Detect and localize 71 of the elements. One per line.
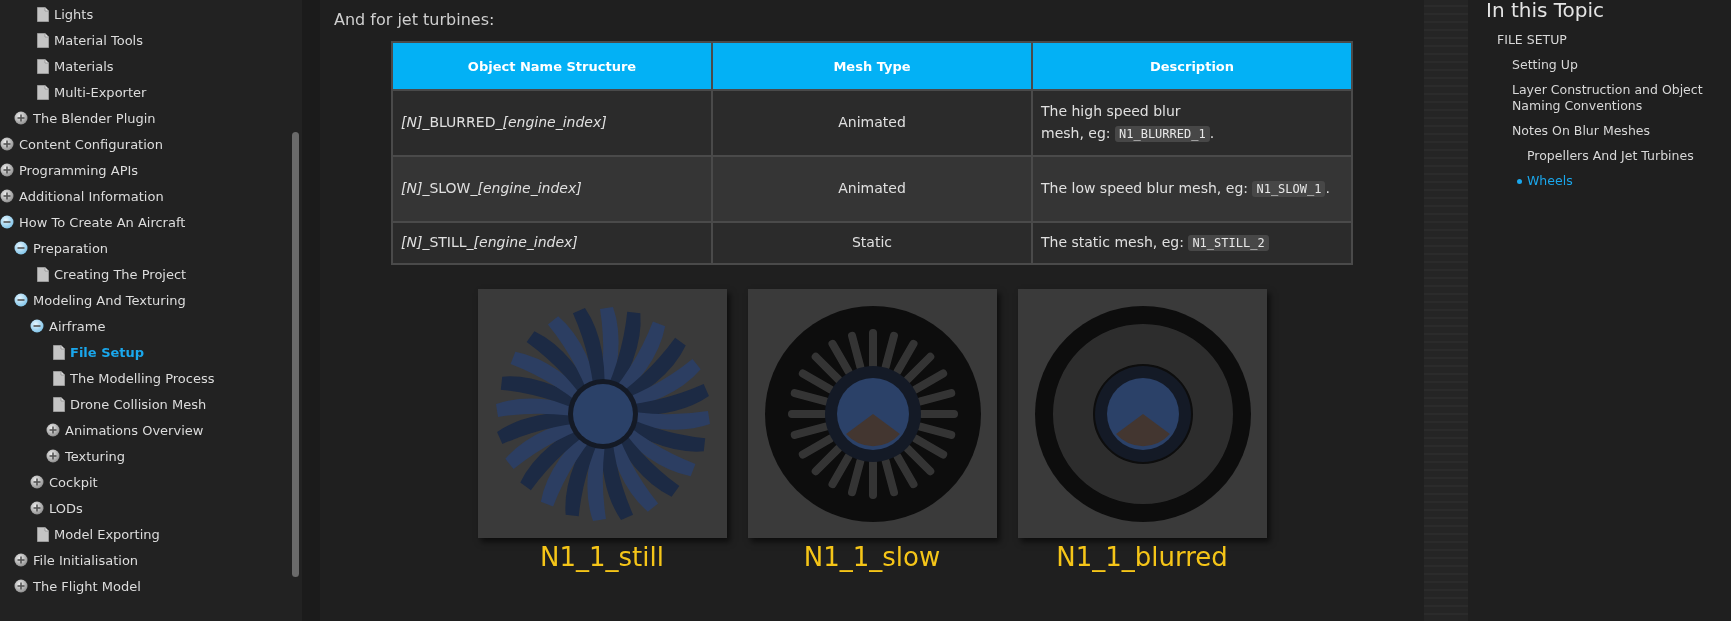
- document-icon: [37, 32, 49, 48]
- plus-circle-icon[interactable]: [46, 449, 60, 463]
- plus-circle-icon[interactable]: [14, 553, 28, 567]
- plus-circle-icon[interactable]: [14, 111, 28, 125]
- plus-circle-icon[interactable]: [0, 137, 14, 151]
- plus-circle-icon[interactable]: [0, 189, 14, 203]
- table-cell: The static mesh, eg: N1_STILL_2: [1032, 222, 1352, 264]
- table-cell: The low speed blur mesh, eg: N1_SLOW_1 .: [1032, 156, 1352, 222]
- tree-item[interactable]: File Initialisation: [33, 552, 139, 568]
- tree-item[interactable]: Additional Information: [19, 188, 164, 204]
- document-icon: [37, 58, 49, 74]
- table-cell: [N]_SLOW_[engine_index]: [392, 156, 712, 222]
- plus-circle-icon[interactable]: [14, 579, 28, 593]
- column-header: Description: [1032, 42, 1352, 90]
- tree-item[interactable]: Creating The Project: [54, 266, 187, 282]
- minus-circle-icon[interactable]: [30, 319, 44, 333]
- plus-circle-icon[interactable]: [30, 475, 44, 489]
- document-icon: [37, 84, 49, 100]
- column-header: Mesh Type: [712, 42, 1032, 90]
- scrollbar-thumb[interactable]: [292, 132, 299, 577]
- topic-link[interactable]: Notes On Blur Meshes: [1512, 123, 1731, 139]
- image-caption: N1_1_still: [540, 542, 664, 572]
- tree-item[interactable]: The Blender Plugin: [33, 110, 156, 126]
- tree-item[interactable]: Materials: [54, 58, 114, 74]
- bullet-icon: [1517, 178, 1522, 184]
- tree-item[interactable]: Drone Collision Mesh: [70, 396, 207, 412]
- plus-circle-icon[interactable]: [0, 163, 14, 177]
- tree-item[interactable]: Model Exporting: [54, 526, 160, 542]
- document-icon: [53, 344, 65, 360]
- tree-item[interactable]: The Modelling Process: [70, 370, 215, 386]
- tree-item[interactable]: Modeling And Texturing: [33, 292, 186, 308]
- minus-circle-icon[interactable]: [14, 241, 28, 255]
- topic-link[interactable]: Wheels: [1527, 173, 1731, 189]
- minus-circle-icon[interactable]: [0, 215, 14, 229]
- table-cell: The high speed blur mesh, eg: N1_BLURRED_1 .: [1032, 90, 1352, 156]
- table-cell: Static: [712, 222, 1032, 264]
- table-cell: [N]_BLURRED_[engine_index]: [392, 90, 712, 156]
- tree-item[interactable]: Texturing: [65, 448, 125, 464]
- table-cell: Animated: [712, 156, 1032, 222]
- document-icon: [37, 266, 49, 282]
- section-heading: And for jet turbines:: [334, 10, 496, 29]
- tree-item[interactable]: LODs: [49, 500, 83, 516]
- tree-item[interactable]: Preparation: [33, 240, 109, 256]
- tree-item[interactable]: File Setup: [70, 344, 145, 360]
- document-icon: [53, 370, 65, 386]
- tree-item[interactable]: The Flight Model: [33, 578, 141, 594]
- tree-item[interactable]: How To Create An Aircraft: [19, 214, 186, 230]
- table-cell: Animated: [712, 90, 1032, 156]
- topic-panel-title: In this Topic: [1486, 0, 1606, 22]
- topic-link[interactable]: FILE SETUP: [1497, 32, 1731, 48]
- topic-link[interactable]: Propellers And Jet Turbines: [1527, 148, 1731, 164]
- document-icon: [53, 396, 65, 412]
- tree-item[interactable]: Content Configuration: [19, 136, 163, 152]
- tree-item[interactable]: Airframe: [49, 318, 106, 334]
- document-icon: [37, 6, 49, 22]
- image-caption: N1_1_blurred: [1056, 542, 1228, 572]
- tree-item[interactable]: Multi-Exporter: [54, 84, 147, 100]
- tree-item[interactable]: Material Tools: [54, 32, 143, 48]
- topic-link[interactable]: Layer Construction and Object Naming Conventions: [1512, 82, 1731, 114]
- topic-link[interactable]: Setting Up: [1512, 57, 1731, 73]
- document-icon: [37, 526, 49, 542]
- table-cell: [N]_STILL_[engine_index]: [392, 222, 712, 264]
- tree-item[interactable]: Lights: [54, 6, 94, 22]
- tree-item[interactable]: Cockpit: [49, 474, 98, 490]
- plus-circle-icon[interactable]: [30, 501, 44, 515]
- tree-item[interactable]: Animations Overview: [65, 422, 204, 438]
- tree-item[interactable]: Programming APIs: [19, 162, 139, 178]
- plus-circle-icon[interactable]: [46, 423, 60, 437]
- image-caption: N1_1_slow: [803, 542, 941, 572]
- column-header: Object Name Structure: [392, 42, 712, 90]
- minus-circle-icon[interactable]: [14, 293, 28, 307]
